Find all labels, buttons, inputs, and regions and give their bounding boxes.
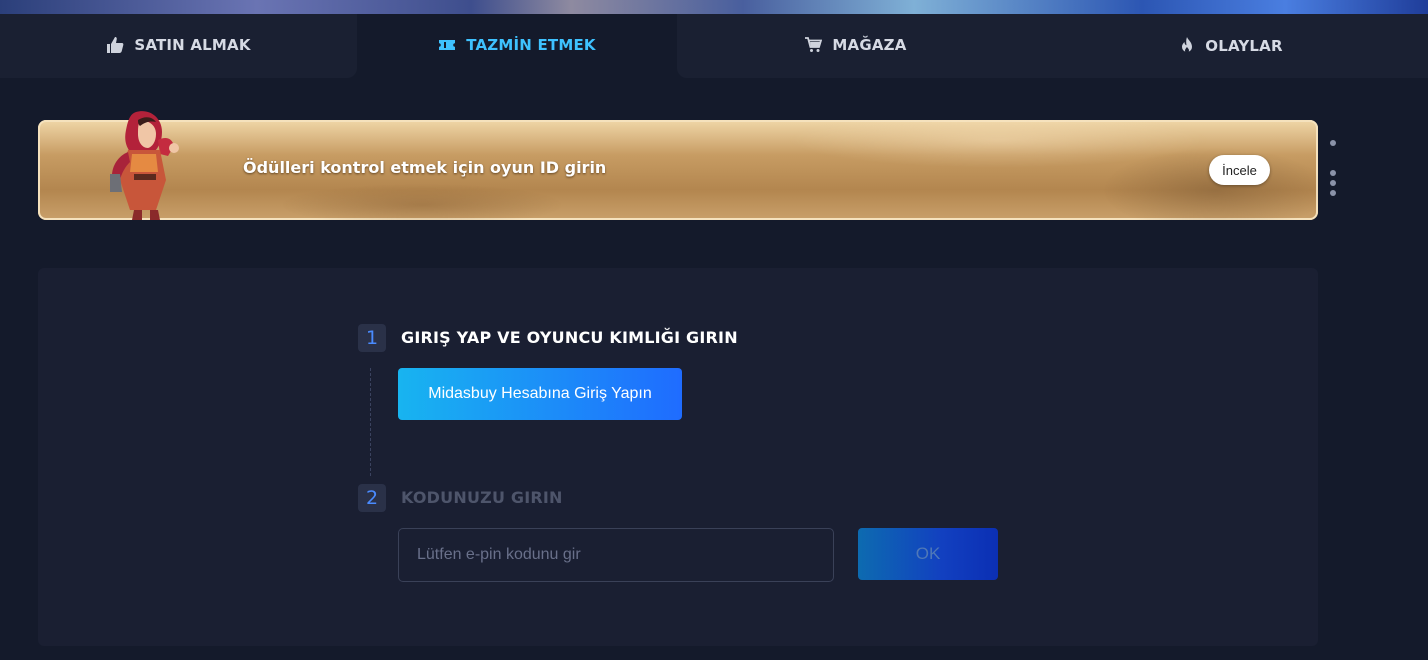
banner-message: Ödülleri kontrol etmek için oyun ID giri…: [243, 158, 607, 177]
step-1-number: 1: [358, 324, 386, 352]
menu-dot: [1330, 180, 1336, 186]
tab-label: SATIN ALMAK: [134, 36, 251, 54]
step-2-number: 2: [358, 484, 386, 512]
menu-dot: [1330, 140, 1336, 146]
header-game-art: [0, 0, 1428, 14]
step-2-title: KODUNUZU GIRIN: [401, 488, 563, 507]
thumbs-up-icon: [106, 36, 124, 54]
ticket-icon: [438, 38, 456, 52]
tab-shop[interactable]: MAĞAZA: [677, 14, 1034, 78]
tab-buy[interactable]: SATIN ALMAK: [0, 14, 357, 78]
flame-icon: [1179, 36, 1195, 56]
menu-dot: [1330, 170, 1336, 176]
character-illustration: [88, 110, 208, 220]
main-nav: SATIN ALMAK TAZMİN ETMEK MAĞAZA OLAYLAR: [0, 14, 1428, 78]
step-1-title: GIRIŞ YAP VE OYUNCU KIMLIĞI GIRIN: [401, 328, 738, 347]
cart-icon: [804, 37, 823, 53]
tab-label: MAĞAZA: [832, 36, 907, 54]
ok-button[interactable]: OK: [858, 528, 998, 580]
midasbuy-login-button[interactable]: Midasbuy Hesabına Giriş Yapın: [398, 368, 682, 420]
epin-code-input[interactable]: [398, 528, 834, 582]
tab-label: OLAYLAR: [1205, 37, 1283, 55]
step-connector: [370, 368, 371, 476]
menu-dot: [1330, 190, 1336, 196]
redeem-panel: 1 GIRIŞ YAP VE OYUNCU KIMLIĞI GIRIN Mida…: [38, 268, 1318, 646]
tab-events[interactable]: OLAYLAR: [1034, 14, 1428, 78]
game-id-banner: Ödülleri kontrol etmek için oyun ID giri…: [38, 111, 1318, 220]
inspect-button[interactable]: İncele: [1209, 155, 1270, 185]
tab-label: TAZMİN ETMEK: [466, 36, 596, 54]
sand-texture: [38, 120, 1318, 220]
tab-redeem[interactable]: TAZMİN ETMEK: [357, 14, 677, 78]
